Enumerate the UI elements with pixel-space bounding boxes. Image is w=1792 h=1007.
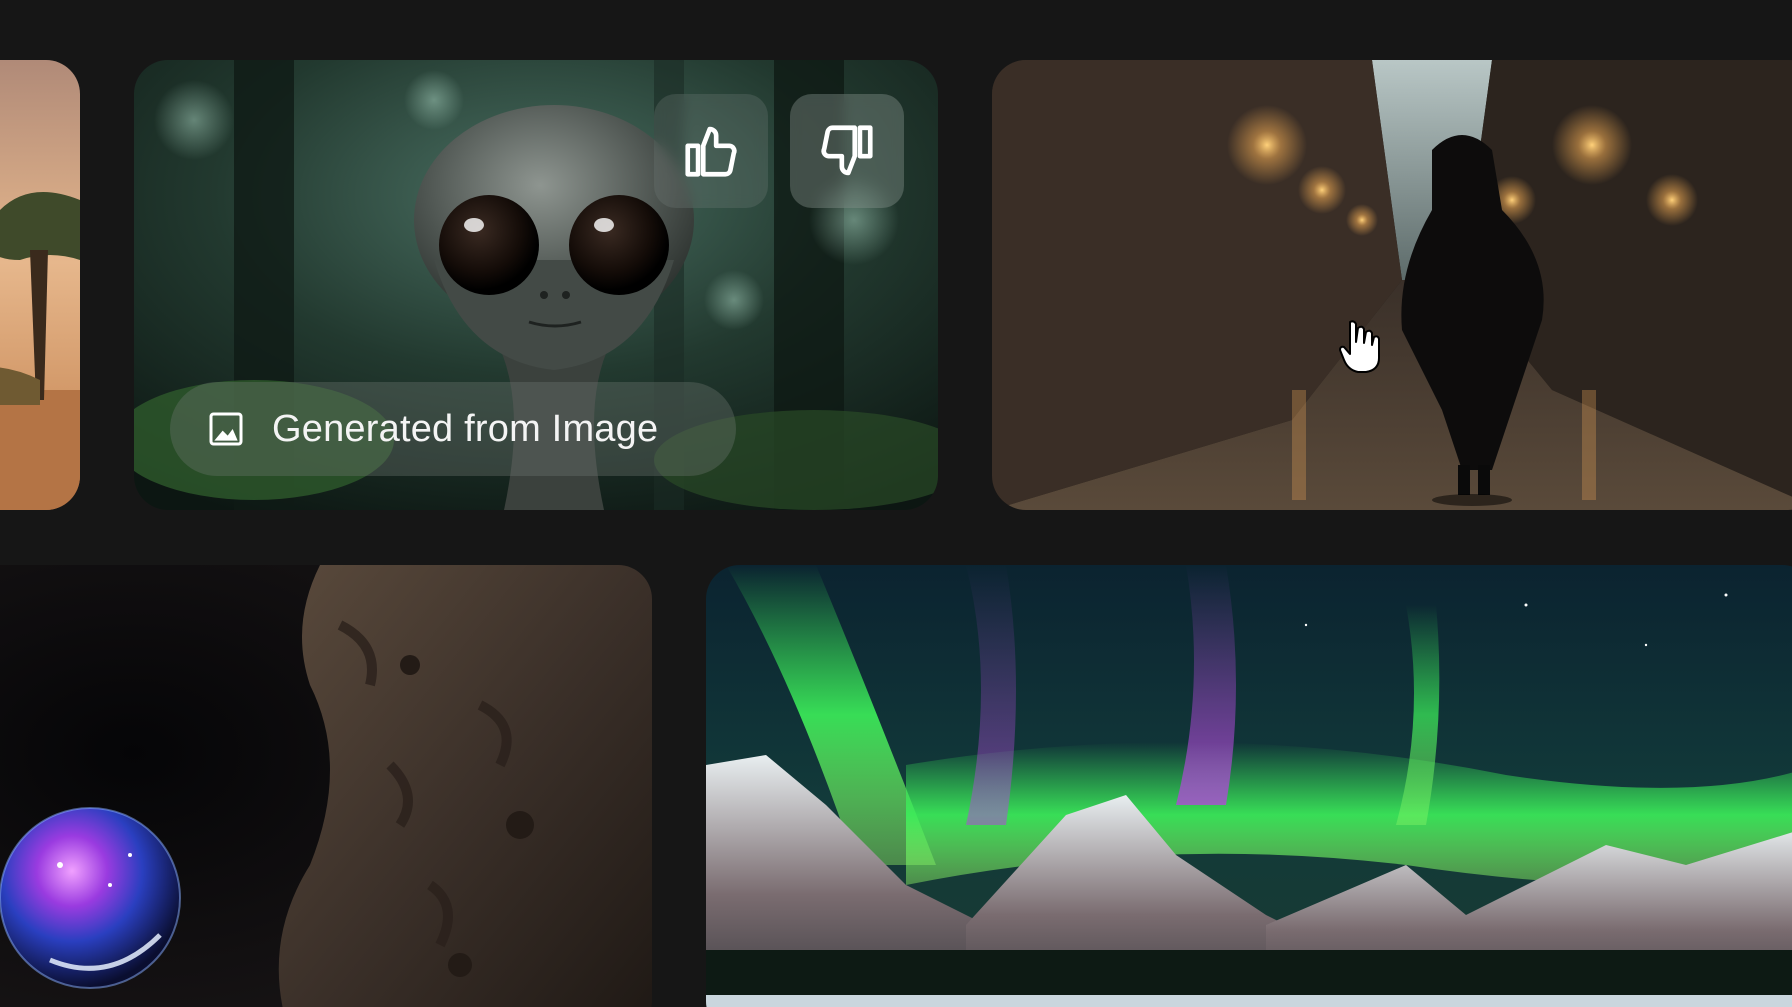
aurora-image [706, 565, 1792, 1007]
gallery-card-cave[interactable] [0, 565, 652, 1007]
image-gallery: Generated from Image [0, 0, 1792, 1007]
like-button[interactable] [654, 94, 768, 208]
alley-image [992, 60, 1792, 510]
cave-image [0, 565, 652, 1007]
gallery-card-savanna[interactable] [0, 60, 80, 510]
thumbs-up-icon [685, 126, 737, 177]
gallery-card-alien[interactable]: Generated from Image [134, 60, 938, 510]
gallery-card-aurora[interactable] [706, 565, 1792, 1007]
gallery-card-alley[interactable] [992, 60, 1792, 510]
savanna-image [0, 60, 80, 510]
generated-from-image-label: Generated from Image [272, 407, 659, 450]
dislike-button[interactable] [790, 94, 904, 208]
image-icon [209, 412, 243, 446]
generated-from-image-badge[interactable]: Generated from Image [170, 382, 736, 476]
thumbs-down-icon [821, 125, 873, 176]
